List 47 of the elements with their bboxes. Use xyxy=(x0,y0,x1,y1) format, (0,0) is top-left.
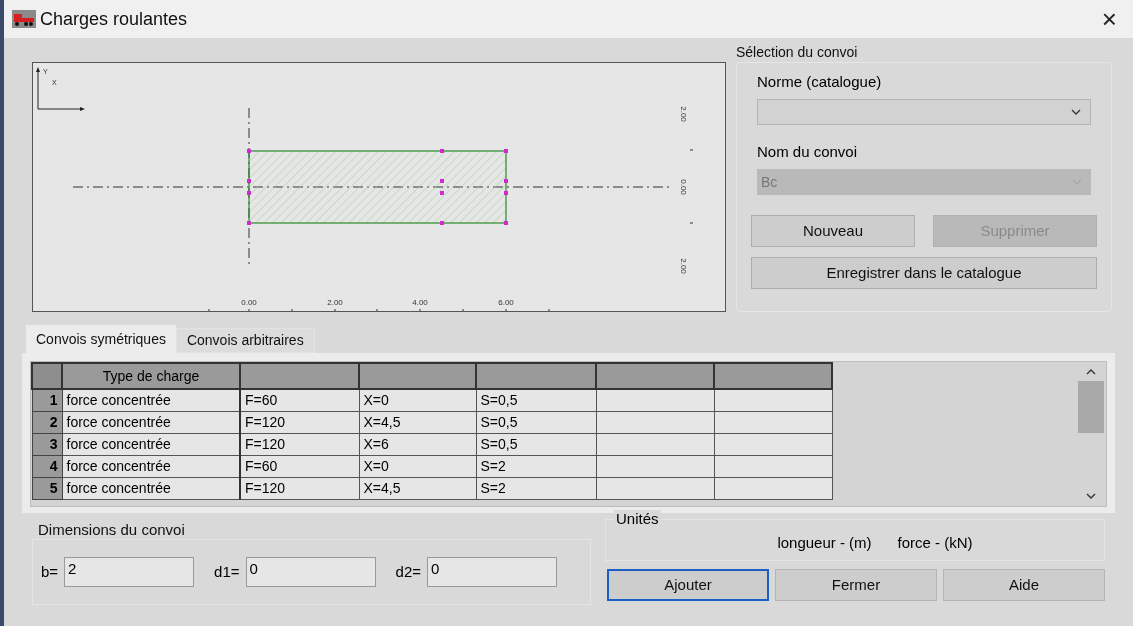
dimension-field[interactable]: 0 xyxy=(245,557,376,587)
truck-icon xyxy=(12,10,36,28)
dimension-field[interactable]: 2 xyxy=(64,557,195,587)
table-cell: force concentrée xyxy=(62,411,240,433)
axes-icon xyxy=(36,67,85,111)
corner-cell xyxy=(32,363,62,389)
new-button[interactable]: Nouveau xyxy=(751,215,915,247)
axis-tick-label: 2.00 xyxy=(327,298,343,307)
scrollbar-thumb[interactable] xyxy=(1078,381,1104,433)
row-number: 4 xyxy=(32,455,62,477)
column-header: Type de charge xyxy=(62,363,240,389)
table-cell: force concentrée xyxy=(62,389,240,411)
field-label: Nom du convoi xyxy=(757,141,859,162)
chevron-down-icon xyxy=(1070,107,1082,116)
group-title: Sélection du convoi xyxy=(736,43,859,62)
row-number: 3 xyxy=(32,433,62,455)
close-button[interactable]: × xyxy=(1093,6,1125,32)
scroll-up-icon[interactable] xyxy=(1086,368,1096,375)
axis-tick-label: 2.00 xyxy=(679,106,688,122)
norme-dropdown[interactable] xyxy=(757,98,1091,125)
axis-tick-label: 4.00 xyxy=(412,298,428,307)
unit-label: force - (kN) xyxy=(897,533,973,553)
button[interactable]: Aide xyxy=(943,569,1105,601)
window-title: Charges roulantes xyxy=(40,7,189,31)
unit-label: longueur - (m) xyxy=(777,533,872,553)
button[interactable]: Ajouter xyxy=(607,569,769,601)
axis-tick-label: 0.00 xyxy=(679,179,688,195)
tab[interactable]: Convois arbitraires xyxy=(175,328,315,353)
row-number: 2 xyxy=(32,411,62,433)
row-number: 1 xyxy=(32,389,62,411)
group-title: Dimensions du convoi xyxy=(37,520,186,539)
tab[interactable]: Convois symétriques xyxy=(26,325,176,353)
table-cell: force concentrée xyxy=(62,433,240,455)
axis-tick-label: 0.00 xyxy=(241,298,257,307)
axis-tick-label: 2.00 xyxy=(679,258,688,274)
field-label: b= xyxy=(41,561,59,582)
table-cell: force concentrée xyxy=(62,477,240,499)
dimension-field[interactable]: 0 xyxy=(427,557,557,587)
button[interactable]: Fermer xyxy=(775,569,937,601)
axis-tick-label: 6.00 xyxy=(498,298,514,307)
row-number: 5 xyxy=(32,477,62,499)
scroll-down-icon[interactable] xyxy=(1086,493,1096,500)
table-cell: force concentrée xyxy=(62,455,240,477)
field-label: d1= xyxy=(214,561,240,582)
field-label: d2= xyxy=(395,561,421,582)
save-to-catalogue-button[interactable]: Enregistrer dans le catalogue xyxy=(751,257,1097,289)
field-label: Norme (catalogue) xyxy=(757,72,883,92)
